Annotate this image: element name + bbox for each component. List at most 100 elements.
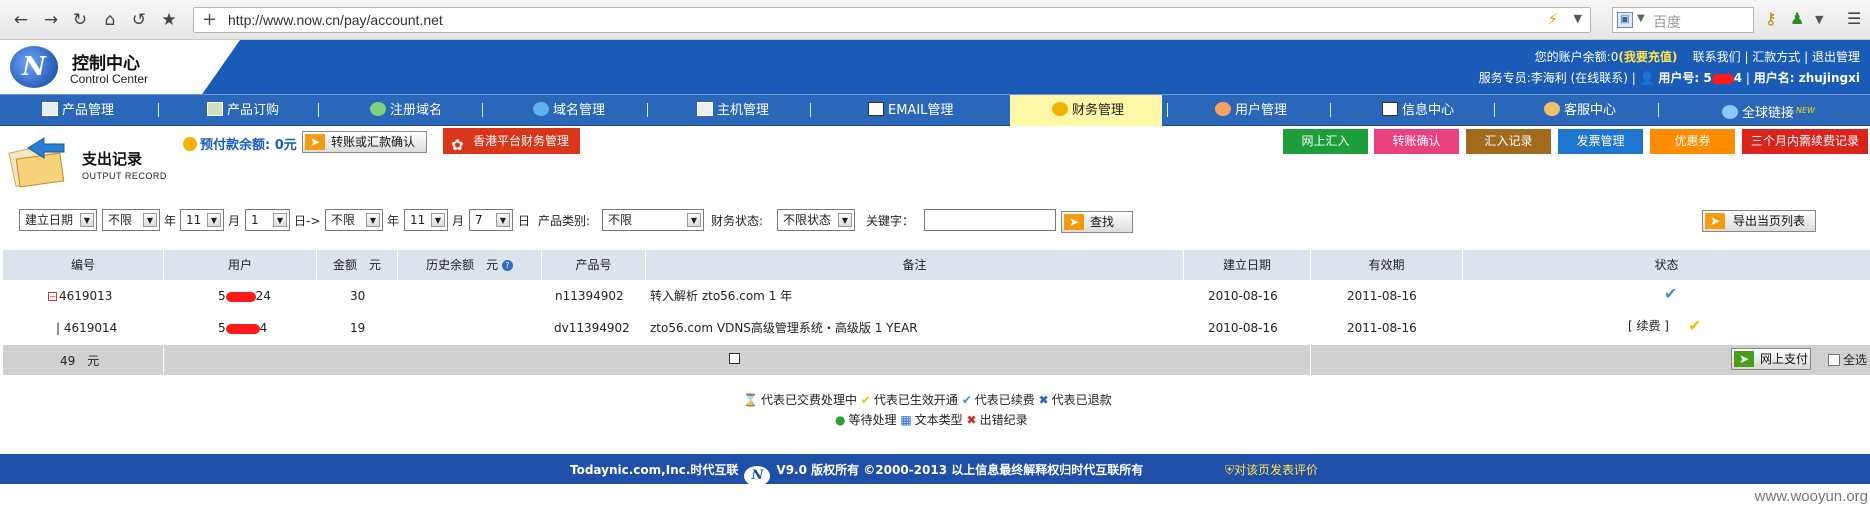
col-user: 用户 xyxy=(227,258,252,272)
nav-finance-management[interactable]: 财务管理 xyxy=(1010,95,1162,126)
star-icon[interactable]: ★ xyxy=(158,9,180,31)
nav-host-management[interactable]: 主机管理 xyxy=(697,95,769,126)
reload-icon[interactable]: ↻ xyxy=(69,9,91,31)
quick-invoice-button[interactable]: 发票管理 xyxy=(1558,129,1643,154)
table-row-expires: 2011-08-16 xyxy=(1347,289,1417,303)
support-icon xyxy=(1544,102,1560,116)
product-type-label: 产品类别: xyxy=(538,214,591,228)
red-cross-icon: ✖ xyxy=(966,413,977,427)
now-logo-icon[interactable]: N xyxy=(10,46,58,88)
back-icon[interactable]: ← xyxy=(10,9,32,31)
row-id-value: 4619014 xyxy=(63,321,118,335)
to-day-select[interactable]: 7 ▼ xyxy=(469,209,513,231)
site-header: N 控制中心 Control Center 您的账户余额:0(我要充值) 联系我… xyxy=(0,40,1870,94)
home-icon[interactable]: ⌂ xyxy=(99,9,121,31)
lightning-icon[interactable]: ⚡ xyxy=(1547,10,1558,28)
search-engine-icon[interactable]: ▣ xyxy=(1617,12,1633,28)
to-month-select[interactable]: 11 ▼ xyxy=(404,209,448,231)
word-document-icon: ▦ xyxy=(900,413,912,427)
page-title: 支出记录 xyxy=(82,150,143,168)
table-row-note: 转入解析 zto56.com 1 年 xyxy=(650,289,793,303)
to-year-select[interactable]: 不限 ▼ xyxy=(325,209,383,231)
quick-coupon-button[interactable]: 优惠券 xyxy=(1650,129,1735,154)
chevron-down-icon: ▼ xyxy=(207,213,221,227)
table-row-user: 54 xyxy=(218,320,267,336)
from-month-select[interactable]: 11 ▼ xyxy=(180,209,224,231)
account-number-tail: 4 xyxy=(1733,71,1743,85)
nav-customer-service[interactable]: 客服中心 xyxy=(1544,95,1616,126)
forward-icon[interactable]: → xyxy=(40,9,62,31)
quick-online-remit-button[interactable]: 网上汇入 xyxy=(1283,129,1368,154)
finance-status-select[interactable]: 不限状态 ▼ xyxy=(777,209,855,231)
row-id-value: 4619013 xyxy=(59,289,113,303)
nav-separator xyxy=(647,103,648,117)
logout-link[interactable]: 退出管理 xyxy=(1812,50,1860,64)
online-pay-button[interactable]: ➤ 网上支付 xyxy=(1731,348,1811,370)
chevron-down-icon: ▼ xyxy=(431,213,445,227)
page-review-link[interactable]: ⛨对该页发表评价 xyxy=(1225,461,1318,478)
legend-line-1: ⌛ 代表已交费处理中 ✔ 代表已生效开通 ✔ 代表已续费 ✖ 代表已退款 xyxy=(743,391,1112,408)
browser-toolbar: ← → ↻ ⌂ ↺ ★ + http://www.now.cn/pay/acco… xyxy=(0,0,1870,40)
page-subtitle: OUTPUT RECORD xyxy=(82,171,167,181)
chevron-down-icon[interactable]: ▼ xyxy=(1815,13,1823,26)
recharge-link[interactable]: (我要充值) xyxy=(1618,50,1677,64)
menu-icon[interactable]: ☰ xyxy=(1847,9,1861,28)
url-text[interactable]: http://www.now.cn/pay/account.net xyxy=(228,12,443,28)
renew-link[interactable]: [ 续费 ] xyxy=(1628,318,1669,334)
help-icon[interactable]: ? xyxy=(501,260,513,271)
chevron-down-icon[interactable]: ▼ xyxy=(1637,13,1645,24)
search-button[interactable]: ➤ 查找 xyxy=(1061,211,1133,233)
search-box[interactable]: ▣ ▼ 百度 xyxy=(1612,7,1754,33)
note-icon[interactable] xyxy=(729,353,740,364)
checkbox[interactable] xyxy=(1828,354,1840,366)
undo-icon[interactable]: ↺ xyxy=(128,9,150,31)
username-label: 用户名: zhujingxi xyxy=(1753,71,1860,85)
nav-product-order[interactable]: 产品订购 xyxy=(207,95,279,126)
nav-global-link[interactable]: 全球链接 NEW xyxy=(1722,95,1815,126)
nav-label: 客服中心 xyxy=(1564,103,1617,118)
arrow-right-icon: ➤ xyxy=(1064,214,1084,230)
button-label: 查找 xyxy=(1090,215,1115,229)
quick-renewal-records-button[interactable]: 三个月内需续费记录 xyxy=(1742,129,1868,154)
collapse-icon[interactable]: − xyxy=(48,292,57,301)
contact-link[interactable]: 联系我们 xyxy=(1693,50,1741,64)
nav-label: EMAIL管理 xyxy=(888,103,954,118)
quick-transfer-confirm-button[interactable]: 转账确认 xyxy=(1374,129,1459,154)
add-tab-icon[interactable]: + xyxy=(202,9,217,30)
from-day-select[interactable]: 1 ▼ xyxy=(245,209,290,231)
legend-text-type: 文本类型 xyxy=(914,413,963,427)
nav-user-management[interactable]: 用户管理 xyxy=(1215,95,1287,126)
table-row-product-no[interactable]: n11394902 xyxy=(555,288,624,304)
nav-email-management[interactable]: EMAIL管理 xyxy=(868,95,953,126)
export-list-button[interactable]: ➤ 导出当页列表 xyxy=(1702,210,1816,232)
month-label: 月 xyxy=(228,214,241,228)
address-bar[interactable]: + http://www.now.cn/pay/account.net ⚡ ▼ xyxy=(193,7,1591,33)
from-year-select[interactable]: 不限 ▼ xyxy=(102,209,160,231)
select-value: 建立日期 xyxy=(25,213,74,227)
nav-info-center[interactable]: 信息中心 xyxy=(1382,95,1454,126)
nav-register-domain[interactable]: 注册域名 xyxy=(370,95,442,126)
quick-remit-records-button[interactable]: 汇入记录 xyxy=(1466,129,1551,154)
col-created: 建立日期 xyxy=(1222,258,1271,272)
transfer-confirm-button[interactable]: ➤ 转账或汇款确认 xyxy=(302,131,427,153)
arrow-right-icon: ➤ xyxy=(305,134,325,150)
table-row-id[interactable]: −4619013 xyxy=(48,288,112,304)
table-row-product-no[interactable]: dv11394902 xyxy=(554,320,630,336)
translate-icon[interactable]: ♟ xyxy=(1790,9,1804,28)
keyword-input[interactable] xyxy=(924,209,1056,231)
select-all-checkbox[interactable]: 全选 xyxy=(1828,352,1867,368)
remit-link[interactable]: 汇款方式 xyxy=(1752,50,1800,64)
nav-domain-management[interactable]: 域名管理 xyxy=(533,95,605,126)
product-type-select[interactable]: 不限 ▼ xyxy=(602,209,704,231)
hk-finance-button[interactable]: ✿ 香港平台财务管理 xyxy=(443,128,580,154)
service-text[interactable]: 服务专员:李海利 (在线联系) xyxy=(1479,71,1628,85)
nav-label: 财务管理 xyxy=(1072,103,1125,118)
key-icon[interactable]: ⚷ xyxy=(1765,9,1777,28)
chevron-down-icon[interactable]: ▼ xyxy=(1574,12,1582,25)
table-row-id[interactable]: | 4619014 xyxy=(56,320,117,336)
date-type-select[interactable]: 建立日期 ▼ xyxy=(19,209,97,231)
nav-product-management[interactable]: 产品管理 xyxy=(42,95,114,126)
nav-separator xyxy=(1658,103,1659,117)
now-logo-icon: N xyxy=(744,466,771,486)
col-history-label: 历史余额 元 xyxy=(426,258,499,272)
